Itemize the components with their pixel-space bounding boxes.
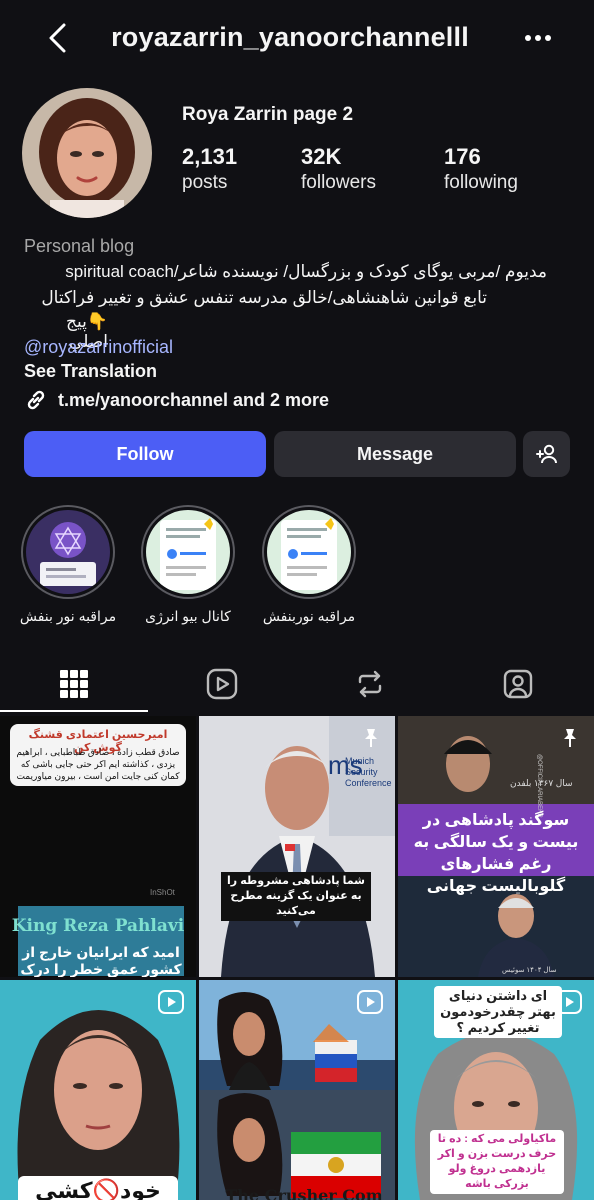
profile-avatar[interactable] (22, 88, 152, 218)
post-caption: خود🚫کشی (18, 1176, 178, 1200)
post-handle-watermark: @OFFICIALARIABEHR (536, 754, 542, 818)
message-button[interactable]: Message (274, 431, 516, 477)
suggested-users-button[interactable] (523, 431, 570, 477)
reel-icon (556, 990, 582, 1014)
story-highlight[interactable]: کانال بیو انرژی (133, 505, 243, 625)
highlight-ring (141, 505, 235, 599)
post-tile[interactable]: ms Munich Security Conference شما پادشاه… (199, 716, 395, 977)
posts-grid: امیرحسین اعتمادی قشنگ گوش کن صادق قطب زا… (0, 716, 594, 1200)
repost-icon (358, 670, 382, 698)
tab-reposts[interactable] (296, 656, 444, 712)
post-body-text: صادق قطب زاده ، صادق طباطبایی ، ابراهیم … (16, 747, 180, 781)
tab-tagged[interactable] (444, 656, 592, 712)
reel-icon (158, 990, 184, 1014)
reels-icon (206, 668, 238, 700)
post-tile[interactable]: سال ۱۳۶۷ بلفدن @OFFICIALARIABEHR سوگند پ… (398, 716, 594, 977)
add-user-icon (535, 444, 557, 464)
posts-label: posts (182, 172, 228, 193)
post-watermark: InShOt (150, 888, 175, 897)
post-tile[interactable]: The Crusher Com (199, 980, 395, 1200)
highlight-cover (146, 510, 230, 594)
see-translation-button[interactable]: See Translation (24, 361, 157, 382)
profile-tabs (0, 656, 594, 716)
post-caption-top: ای داشتن دنیای بهتر چقدرخودمون تغییر کرد… (434, 986, 562, 1038)
post-tile[interactable]: خود🚫کشی (0, 980, 196, 1200)
pin-icon (365, 729, 377, 747)
tab-reels[interactable] (148, 656, 296, 712)
top-bar: royazarrin_yanoorchannelll (0, 0, 594, 78)
highlight-cover (267, 510, 351, 594)
profile-username: royazarrin_yanoorchannelll (111, 22, 469, 52)
chevron-left-icon (49, 23, 66, 53)
followers-label: followers (301, 172, 376, 193)
profile-category: Personal blog (24, 236, 135, 256)
follow-button[interactable]: Follow (24, 431, 266, 477)
grid-icon (60, 670, 88, 698)
post-tile[interactable]: ای داشتن دنیای بهتر چقدرخودمون تغییر کرد… (398, 980, 594, 1200)
followers-count[interactable]: 32K followers (301, 144, 376, 194)
bio-mention-link[interactable]: @royazarrinofficial (24, 337, 173, 358)
pin-icon (564, 729, 576, 747)
more-options-button[interactable] (515, 20, 560, 56)
highlight-label: مراقبه نوربنفش (262, 608, 356, 624)
post-caption: سوگند پادشاهی در بیست و یک سالگی به رغم … (413, 812, 579, 895)
bio-line: مدیوم /مربی یوگای کودک و بزرگسال/ نویسند… (65, 262, 547, 281)
tagged-icon (503, 669, 533, 699)
highlight-cover (26, 510, 110, 594)
highlight-ring (262, 505, 356, 599)
link-icon (27, 390, 45, 410)
post-tile[interactable]: امیرحسین اعتمادی قشنگ گوش کن صادق قطب زا… (0, 716, 196, 977)
story-highlight[interactable]: مراقبه نور بنفش (13, 505, 123, 625)
posts-value: 2,131 (182, 144, 238, 169)
link-text: t.me/yanoorchannel and 2 more (58, 389, 330, 410)
back-button[interactable] (38, 18, 78, 58)
highlight-label: کانال بیو انرژی (145, 608, 231, 624)
post-year-label: سال ۱۴۰۴ سوئیس (502, 967, 557, 974)
avatar-image (22, 88, 152, 218)
highlight-ring (21, 505, 115, 599)
backdrop-text: Munich Security Conference (345, 756, 392, 788)
highlight-label: مراقبه نور بنفش (19, 608, 117, 624)
following-value: 176 (444, 144, 481, 169)
tab-grid[interactable] (0, 656, 148, 712)
post-caption: شما پادشاهی مشروطه را به عنوان یک گزینه … (221, 872, 371, 921)
more-horizontal-icon (524, 35, 551, 41)
bio-external-link[interactable]: t.me/yanoorchannel and 2 more (24, 388, 329, 412)
bio-line: تابع قوانین شاهنشاهی/خالق مدرسه تنفس عشق… (41, 288, 487, 307)
story-highlight[interactable]: مراقبه نوربنفش (254, 505, 364, 625)
following-label: following (444, 172, 518, 193)
profile-display-name: Roya Zarrin page 2 (182, 104, 354, 125)
post-caption-bottom: ماکیاولی می که : ده تا حرف درست بزن و اک… (430, 1130, 564, 1194)
reel-icon (357, 990, 383, 1014)
following-count[interactable]: 176 following (444, 144, 518, 194)
followers-value: 32K (301, 144, 342, 169)
post-caption: امید که ایرانیان خارج از کشور عمق خطر را… (20, 944, 182, 977)
active-tab-indicator (0, 710, 148, 712)
post-caption: The Crusher Com (225, 1186, 383, 1200)
posts-count[interactable]: 2,131 posts (182, 144, 237, 194)
post-name-caption: King Reza Pahlavi (11, 916, 185, 936)
